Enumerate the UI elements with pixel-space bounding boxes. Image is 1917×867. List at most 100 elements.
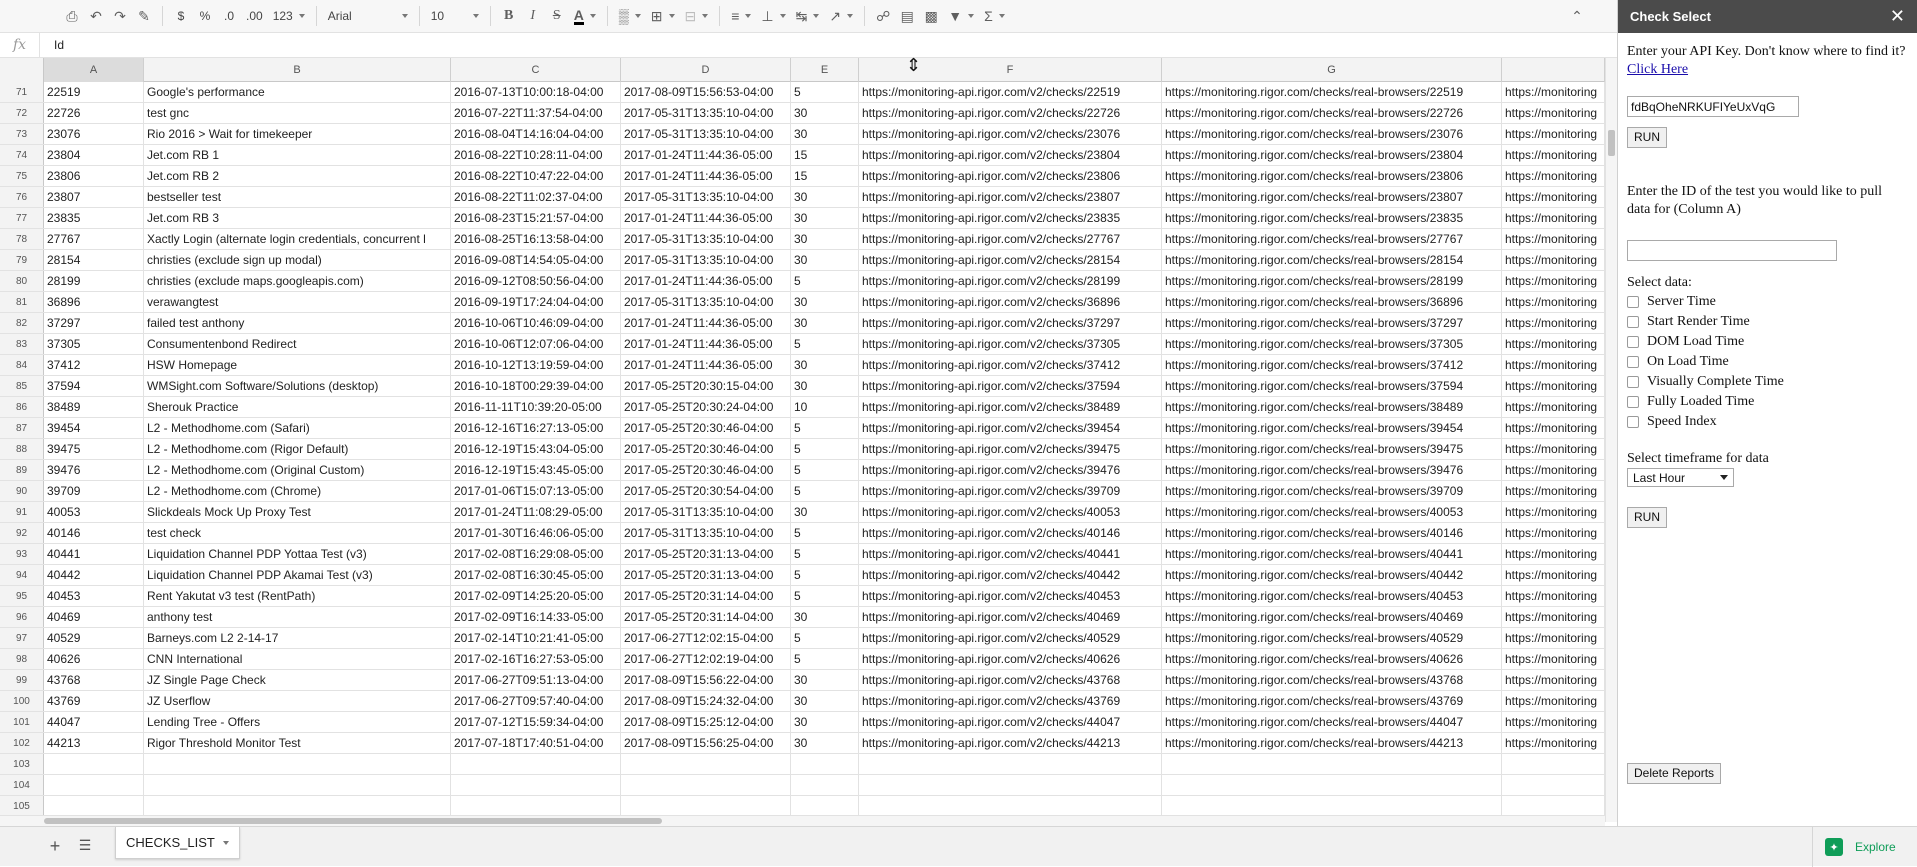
cell-g[interactable]: https://monitoring.rigor.com/checks/real… xyxy=(1162,481,1502,501)
row-number[interactable]: 84 xyxy=(0,355,44,375)
cell-d[interactable] xyxy=(621,796,791,816)
close-icon[interactable]: ✕ xyxy=(1890,6,1905,27)
cell-a[interactable]: 28154 xyxy=(44,250,144,270)
row-number[interactable]: 103 xyxy=(0,754,44,774)
cell-h[interactable]: https://monitoring xyxy=(1502,481,1605,501)
cell-g[interactable]: https://monitoring.rigor.com/checks/real… xyxy=(1162,187,1502,207)
cell-a[interactable]: 37594 xyxy=(44,376,144,396)
sheet-tab-checks-list[interactable]: CHECKS_LIST xyxy=(115,827,240,859)
cell-a[interactable]: 40529 xyxy=(44,628,144,648)
cell-b[interactable]: Liquidation Channel PDP Akamai Test (v3) xyxy=(144,565,451,585)
cell-a[interactable]: 39709 xyxy=(44,481,144,501)
cell-b[interactable]: verawangtest xyxy=(144,292,451,312)
text-rotation-icon[interactable]: ↗ xyxy=(824,4,858,28)
cell-d[interactable]: 2017-05-25T20:30:46-04:00 xyxy=(621,460,791,480)
cell-c[interactable]: 2016-07-13T10:00:18-04:00 xyxy=(451,82,621,102)
cell-a[interactable]: 23807 xyxy=(44,187,144,207)
option-visually-complete-time[interactable]: Visually Complete Time xyxy=(1627,372,1908,392)
cell-h[interactable]: https://monitoring xyxy=(1502,502,1605,522)
cell-a[interactable]: 37297 xyxy=(44,313,144,333)
cell-e[interactable]: 5 xyxy=(791,586,859,606)
cell-d[interactable]: 2017-05-25T20:31:14-04:00 xyxy=(621,586,791,606)
cell-h[interactable]: https://monitoring xyxy=(1502,229,1605,249)
cell-c[interactable]: 2016-09-12T08:50:56-04:00 xyxy=(451,271,621,291)
cell-e[interactable]: 5 xyxy=(791,460,859,480)
cell-b[interactable] xyxy=(144,775,451,795)
cell-f[interactable]: https://monitoring-api.rigor.com/v2/chec… xyxy=(859,502,1162,522)
insert-link-icon[interactable]: ☍ xyxy=(871,4,895,28)
cell-f[interactable]: https://monitoring-api.rigor.com/v2/chec… xyxy=(859,649,1162,669)
cell-c[interactable]: 2017-02-09T14:25:20-05:00 xyxy=(451,586,621,606)
cell-c[interactable]: 2016-08-22T10:28:11-04:00 xyxy=(451,145,621,165)
cell-a[interactable]: 44213 xyxy=(44,733,144,753)
cell-c[interactable]: 2016-10-12T13:19:59-04:00 xyxy=(451,355,621,375)
cell-h[interactable] xyxy=(1502,775,1605,795)
cell-c[interactable]: 2017-07-12T15:59:34-04:00 xyxy=(451,712,621,732)
explore-button[interactable]: ✦ Explore xyxy=(1812,827,1917,867)
row-number[interactable]: 81 xyxy=(0,292,44,312)
decrease-decimal-button[interactable]: .0 xyxy=(217,4,241,28)
cell-b[interactable]: anthony test xyxy=(144,607,451,627)
cell-d[interactable]: 2017-05-25T20:30:24-04:00 xyxy=(621,397,791,417)
cell-f[interactable]: https://monitoring-api.rigor.com/v2/chec… xyxy=(859,166,1162,186)
api-key-input[interactable] xyxy=(1627,96,1799,117)
option-server-time[interactable]: Server Time xyxy=(1627,292,1908,312)
cell-g[interactable]: https://monitoring.rigor.com/checks/real… xyxy=(1162,229,1502,249)
cell-d[interactable]: 2017-05-31T13:35:10-04:00 xyxy=(621,250,791,270)
fill-color-icon[interactable]: ▒ xyxy=(614,4,646,28)
cell-g[interactable]: https://monitoring.rigor.com/checks/real… xyxy=(1162,334,1502,354)
cell-f[interactable]: https://monitoring-api.rigor.com/v2/chec… xyxy=(859,712,1162,732)
cell-h[interactable]: https://monitoring xyxy=(1502,460,1605,480)
cell-g[interactable]: https://monitoring.rigor.com/checks/real… xyxy=(1162,145,1502,165)
cell-g[interactable] xyxy=(1162,775,1502,795)
cell-h[interactable]: https://monitoring xyxy=(1502,124,1605,144)
row-number[interactable]: 71 xyxy=(0,82,44,102)
cell-d[interactable]: 2017-05-31T13:35:10-04:00 xyxy=(621,229,791,249)
collapse-toolbar-icon[interactable]: ⌃ xyxy=(1565,4,1589,28)
cell-f[interactable]: https://monitoring-api.rigor.com/v2/chec… xyxy=(859,691,1162,711)
cell-c[interactable]: 2016-10-06T12:07:06-04:00 xyxy=(451,334,621,354)
cell-h[interactable]: https://monitoring xyxy=(1502,271,1605,291)
cell-d[interactable]: 2017-06-27T12:02:15-04:00 xyxy=(621,628,791,648)
cell-e[interactable]: 5 xyxy=(791,649,859,669)
cell-g[interactable]: https://monitoring.rigor.com/checks/real… xyxy=(1162,544,1502,564)
row-number[interactable]: 78 xyxy=(0,229,44,249)
cell-g[interactable]: https://monitoring.rigor.com/checks/real… xyxy=(1162,418,1502,438)
cell-b[interactable]: CNN International xyxy=(144,649,451,669)
row-number[interactable]: 76 xyxy=(0,187,44,207)
cell-g[interactable]: https://monitoring.rigor.com/checks/real… xyxy=(1162,565,1502,585)
add-sheet-icon[interactable]: + xyxy=(46,836,64,856)
cell-f[interactable]: https://monitoring-api.rigor.com/v2/chec… xyxy=(859,355,1162,375)
cell-f[interactable]: https://monitoring-api.rigor.com/v2/chec… xyxy=(859,145,1162,165)
cell-b[interactable]: Google's performance xyxy=(144,82,451,102)
cell-a[interactable]: 27767 xyxy=(44,229,144,249)
borders-icon[interactable]: ⊞ xyxy=(646,4,680,28)
cell-h[interactable]: https://monitoring xyxy=(1502,103,1605,123)
insert-comment-icon[interactable]: ▤ xyxy=(895,4,919,28)
cell-f[interactable]: https://monitoring-api.rigor.com/v2/chec… xyxy=(859,733,1162,753)
cell-h[interactable]: https://monitoring xyxy=(1502,628,1605,648)
cell-g[interactable]: https://monitoring.rigor.com/checks/real… xyxy=(1162,439,1502,459)
cell-d[interactable]: 2017-05-31T13:35:10-04:00 xyxy=(621,187,791,207)
merge-cells-icon[interactable]: ⊟ xyxy=(680,4,714,28)
option-start-render-time[interactable]: Start Render Time xyxy=(1627,312,1908,332)
cell-f[interactable]: https://monitoring-api.rigor.com/v2/chec… xyxy=(859,628,1162,648)
filter-icon[interactable]: ▼ xyxy=(943,4,979,28)
cell-e[interactable]: 30 xyxy=(791,250,859,270)
column-header-g[interactable]: G xyxy=(1162,58,1502,82)
row-number[interactable]: 72 xyxy=(0,103,44,123)
cell-b[interactable]: test check xyxy=(144,523,451,543)
cell-e[interactable] xyxy=(791,775,859,795)
cell-h[interactable]: https://monitoring xyxy=(1502,397,1605,417)
cell-c[interactable]: 2017-02-16T16:27:53-05:00 xyxy=(451,649,621,669)
italic-icon[interactable]: I xyxy=(521,4,545,28)
cell-e[interactable]: 5 xyxy=(791,565,859,585)
cell-f[interactable]: https://monitoring-api.rigor.com/v2/chec… xyxy=(859,544,1162,564)
cell-a[interactable] xyxy=(44,796,144,816)
cell-g[interactable]: https://monitoring.rigor.com/checks/real… xyxy=(1162,208,1502,228)
cell-b[interactable]: Xactly Login (alternate login credential… xyxy=(144,229,451,249)
cell-b[interactable]: Slickdeals Mock Up Proxy Test xyxy=(144,502,451,522)
row-number[interactable]: 75 xyxy=(0,166,44,186)
cell-d[interactable]: 2017-05-31T13:35:10-04:00 xyxy=(621,124,791,144)
cell-g[interactable]: https://monitoring.rigor.com/checks/real… xyxy=(1162,586,1502,606)
